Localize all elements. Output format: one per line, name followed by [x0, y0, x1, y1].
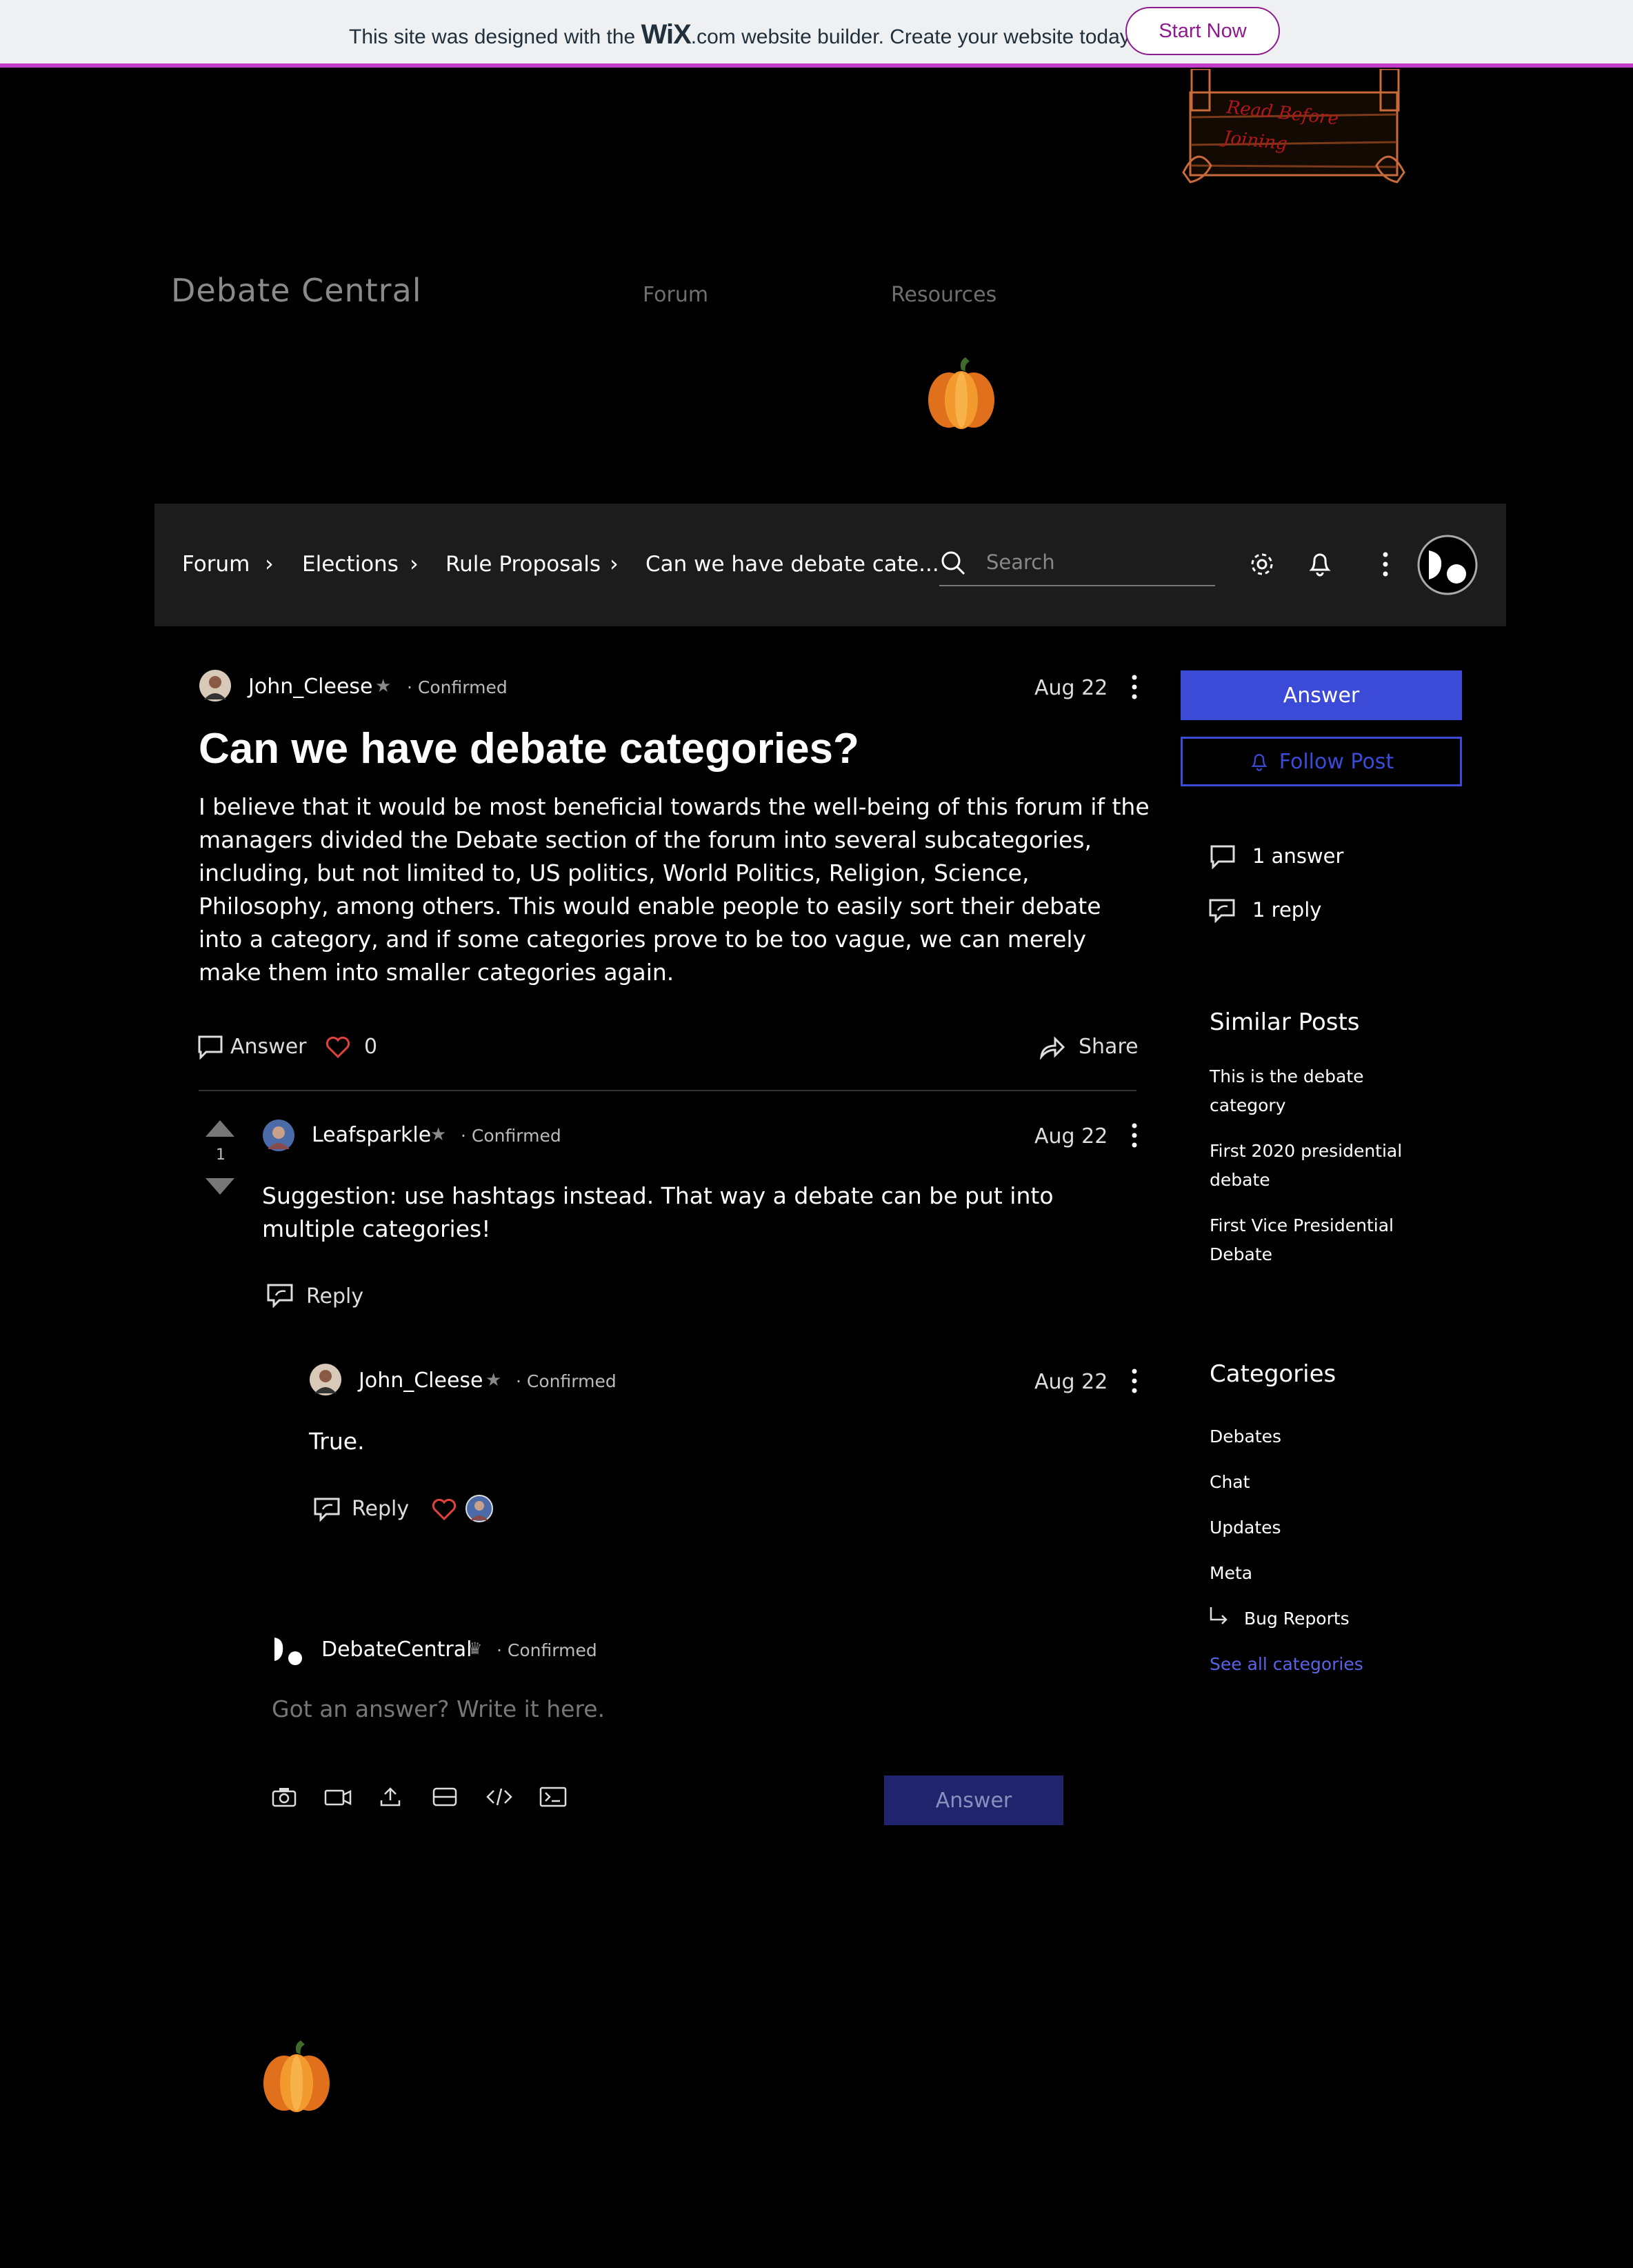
like-heart-icon[interactable]: [430, 1497, 458, 1522]
nav-resources[interactable]: Resources: [891, 283, 996, 307]
search-underline: [939, 585, 1215, 586]
composer-author-status: · Confirmed: [497, 1640, 597, 1660]
breadcrumb-elections[interactable]: Elections: [302, 552, 399, 577]
share-button[interactable]: Share: [1079, 1035, 1139, 1059]
similar-post-link[interactable]: First 2020 presidential debate: [1210, 1137, 1416, 1195]
replies-count: 1 reply: [1252, 898, 1322, 922]
breadcrumb-current-post[interactable]: Can we have debate cate...: [645, 552, 939, 577]
pumpkin-decoration: [921, 356, 1001, 432]
banner-text-before: This site was designed with the: [349, 26, 636, 48]
camera-icon[interactable]: [272, 1787, 297, 1807]
vote-count: 1: [216, 1146, 226, 1164]
post-author-status-text: Confirmed: [417, 677, 508, 697]
like-heart-icon[interactable]: [324, 1035, 352, 1060]
terminal-icon[interactable]: [539, 1787, 567, 1807]
reply-icon: [1208, 898, 1237, 923]
comment-icon: [1210, 844, 1236, 869]
downvote-icon[interactable]: [204, 1177, 236, 1196]
divider-icon[interactable]: [432, 1787, 458, 1807]
avatar[interactable]: [262, 1119, 295, 1152]
categories-heading: Categories: [1210, 1360, 1336, 1388]
banner-text: This site was designed with the WiX.com …: [349, 19, 1134, 50]
answer-author-status-text: Confirmed: [471, 1126, 561, 1146]
nav-forum[interactable]: Forum: [643, 283, 708, 307]
chevron-right-icon: ›: [410, 550, 419, 577]
upvote-icon[interactable]: [204, 1119, 236, 1138]
answer-body: Suggestion: use hashtags instead. That w…: [262, 1182, 1054, 1242]
avatar[interactable]: [199, 669, 232, 702]
start-now-button[interactable]: Start Now: [1125, 7, 1280, 55]
reply-body: True.: [309, 1428, 365, 1455]
category-link-bug-reports[interactable]: Bug Reports: [1244, 1609, 1350, 1629]
section-divider: [199, 1090, 1136, 1091]
similar-posts-heading: Similar Posts: [1210, 1008, 1360, 1036]
answer-input[interactable]: Got an answer? Write it here.: [272, 1695, 605, 1722]
post-author-status: · Confirmed: [407, 677, 508, 697]
follow-post-label: Follow Post: [1279, 749, 1394, 774]
gear-icon[interactable]: [1248, 550, 1276, 578]
reply-date: Aug 22: [1034, 1370, 1108, 1394]
see-all-categories-link[interactable]: See all categories: [1210, 1654, 1363, 1674]
share-icon[interactable]: [1039, 1035, 1066, 1060]
reply-author-status-text: Confirmed: [526, 1371, 617, 1391]
category-link-meta[interactable]: Meta: [1210, 1563, 1252, 1583]
category-link-updates[interactable]: Updates: [1210, 1518, 1281, 1538]
composer-author-status-text: Confirmed: [507, 1640, 597, 1660]
more-options-icon[interactable]: [1375, 550, 1396, 578]
post-more-icon[interactable]: [1124, 673, 1145, 701]
pumpkin-decoration-bottom: [257, 2039, 337, 2115]
composer-author[interactable]: DebateCentral: [321, 1638, 472, 1662]
composer-avatar: [272, 1635, 305, 1668]
bell-icon: [1249, 750, 1270, 773]
follow-post-button[interactable]: Follow Post: [1181, 737, 1462, 786]
subcategory-arrow-icon: [1208, 1606, 1230, 1627]
post-date: Aug 22: [1034, 676, 1108, 700]
category-link-debates[interactable]: Debates: [1210, 1426, 1281, 1446]
reply-more-icon[interactable]: [1124, 1367, 1145, 1395]
sidebar-answer-button[interactable]: Answer: [1181, 670, 1462, 720]
answer-author-status: · Confirmed: [461, 1126, 561, 1146]
reply-reply-button[interactable]: Reply: [352, 1497, 409, 1521]
answer-more-icon[interactable]: [1124, 1122, 1145, 1149]
similar-post-link[interactable]: This is the debate category: [1210, 1062, 1416, 1120]
site-logo[interactable]: Read Before Joining: [1176, 69, 1418, 190]
video-icon[interactable]: [324, 1787, 352, 1807]
reply-icon[interactable]: [266, 1283, 295, 1308]
answers-count: 1 answer: [1252, 844, 1344, 868]
post-author[interactable]: John_Cleese: [248, 675, 373, 699]
code-icon[interactable]: [485, 1787, 513, 1807]
reply-author[interactable]: John_Cleese: [359, 1369, 483, 1393]
answer-date: Aug 22: [1034, 1124, 1108, 1148]
user-avatar[interactable]: [1416, 534, 1479, 596]
banner-text-after: .com website builder. Create your websit…: [690, 26, 1134, 48]
crown-icon: ♛: [468, 1639, 483, 1658]
post-title: Can we have debate categories?: [199, 725, 859, 773]
bell-icon[interactable]: [1306, 549, 1334, 578]
star-icon: ★: [375, 676, 392, 697]
post-like-count: 0: [364, 1035, 378, 1059]
category-link-chat[interactable]: Chat: [1210, 1472, 1250, 1492]
similar-post-link[interactable]: First Vice Presidential Debate: [1210, 1211, 1416, 1269]
liker-avatar[interactable]: [465, 1494, 494, 1523]
site-title[interactable]: Debate Central: [171, 272, 422, 309]
post-body: I believe that it would be most benefici…: [199, 793, 1150, 986]
search-icon[interactable]: [939, 549, 967, 577]
avatar[interactable]: [309, 1363, 342, 1396]
submit-answer-button[interactable]: Answer: [884, 1775, 1063, 1825]
reply-icon[interactable]: [313, 1497, 342, 1522]
breadcrumb-rule-proposals[interactable]: Rule Proposals: [445, 552, 601, 577]
comment-icon[interactable]: [197, 1035, 223, 1060]
answer-author[interactable]: Leafsparkle: [312, 1123, 431, 1147]
star-icon: ★: [485, 1370, 502, 1391]
breadcrumb-forum[interactable]: Forum: [182, 552, 250, 577]
star-icon: ★: [430, 1124, 447, 1145]
post-answer-button[interactable]: Answer: [230, 1035, 307, 1059]
chevron-right-icon: ›: [265, 550, 274, 577]
upload-icon[interactable]: [379, 1787, 401, 1807]
reply-author-status: · Confirmed: [516, 1371, 617, 1391]
chevron-right-icon: ›: [610, 550, 619, 577]
wix-logo: WiX: [641, 19, 692, 50]
search-input[interactable]: Search: [986, 550, 1055, 574]
answer-reply-button[interactable]: Reply: [306, 1284, 363, 1309]
